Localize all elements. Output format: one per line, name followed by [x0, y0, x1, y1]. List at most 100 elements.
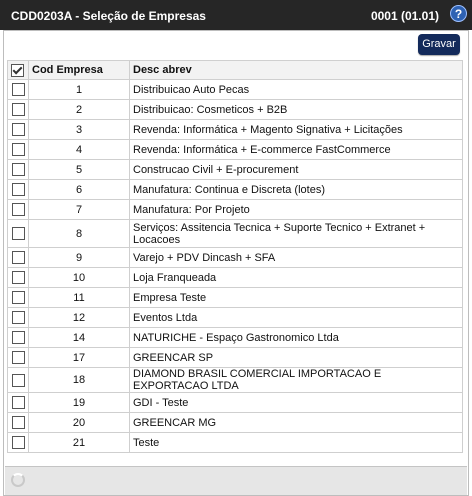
- row-select-cell: [7, 119, 29, 140]
- row-checkbox[interactable]: [11, 351, 25, 364]
- row-select-cell: [7, 307, 29, 328]
- row-checkbox[interactable]: [11, 396, 25, 409]
- row-select-cell: [7, 139, 29, 160]
- company-desc-cell: Teste: [129, 432, 463, 453]
- company-code-cell: 1: [28, 79, 130, 100]
- company-code-cell: 8: [28, 219, 130, 248]
- row-select-cell: [7, 219, 29, 248]
- table-header-row: Cod Empresa Desc abrev: [7, 60, 463, 80]
- save-button[interactable]: Gravar: [418, 34, 460, 55]
- row-select-cell: [7, 247, 29, 268]
- help-icon[interactable]: ?: [450, 5, 467, 22]
- company-code-cell: 12: [28, 307, 130, 328]
- row-checkbox[interactable]: [11, 163, 25, 176]
- row-select-cell: [7, 392, 29, 413]
- company-desc-cell: Manufatura: Continua e Discreta (lotes): [129, 179, 463, 200]
- table-row[interactable]: 3 Revenda: Informática + Magento Signativ…: [7, 119, 463, 140]
- company-desc-cell: Loja Franqueada: [129, 267, 463, 288]
- table-row[interactable]: 12 Eventos Ltda: [7, 307, 463, 328]
- company-code-cell: 14: [28, 327, 130, 348]
- table-row[interactable]: 5 Construcao Civil + E-procurement: [7, 159, 463, 180]
- row-checkbox[interactable]: [11, 373, 25, 387]
- company-desc-cell: GREENCAR SP: [129, 347, 463, 368]
- status-footer: [5, 466, 467, 495]
- table-row[interactable]: 8 Serviços: Assitencia Tecnica + Suporte …: [7, 219, 463, 248]
- companies-table: Cod Empresa Desc abrev 1 Distribuicao Aut…: [7, 60, 463, 453]
- window-title: CDD0203A - Seleção de Empresas: [11, 9, 206, 23]
- company-code-cell: 3: [28, 119, 130, 140]
- row-checkbox[interactable]: [11, 123, 25, 136]
- row-select-cell: [7, 347, 29, 368]
- company-code-cell: 19: [28, 392, 130, 413]
- company-desc-cell: Construcao Civil + E-procurement: [129, 159, 463, 180]
- row-checkbox[interactable]: [11, 183, 25, 196]
- version-label: 0001 (01.01): [370, 9, 439, 23]
- table-row[interactable]: 14 NATURICHE - Espaço Gastronomico Ltda: [7, 327, 463, 348]
- row-select-cell: [7, 79, 29, 100]
- company-desc-cell: Serviços: Assitencia Tecnica + Suporte T…: [129, 219, 463, 248]
- company-code-cell: 17: [28, 347, 130, 368]
- row-checkbox[interactable]: [11, 331, 25, 344]
- row-checkbox[interactable]: [11, 103, 25, 116]
- table-row[interactable]: 11 Empresa Teste: [7, 287, 463, 308]
- table-row[interactable]: 7 Manufatura: Por Projeto: [7, 199, 463, 220]
- company-desc-cell: GDI - Teste: [129, 392, 463, 413]
- row-select-cell: [7, 367, 29, 393]
- company-code-cell: 10: [28, 267, 130, 288]
- title-bar: CDD0203A - Seleção de Empresas 0001 (01.…: [0, 0, 472, 30]
- row-checkbox[interactable]: [11, 311, 25, 324]
- row-select-cell: [7, 432, 29, 453]
- company-code-cell: 7: [28, 199, 130, 220]
- row-select-cell: [7, 179, 29, 200]
- company-code-cell: 2: [28, 99, 130, 120]
- company-code-cell: 21: [28, 432, 130, 453]
- company-desc-cell: Distribuicao: Cosmeticos + B2B: [129, 99, 463, 120]
- table-row[interactable]: 20 GREENCAR MG: [7, 412, 463, 433]
- select-all-checkbox[interactable]: [11, 63, 24, 77]
- table-row[interactable]: 19 GDI - Teste: [7, 392, 463, 413]
- row-checkbox[interactable]: [11, 436, 25, 449]
- table-row[interactable]: 9 Varejo + PDV Dincash + SFA: [7, 247, 463, 268]
- company-desc-cell: Varejo + PDV Dincash + SFA: [129, 247, 463, 268]
- company-code-cell: 5: [28, 159, 130, 180]
- table-row[interactable]: 21 Teste: [7, 432, 463, 453]
- row-checkbox[interactable]: [11, 227, 25, 240]
- company-desc-cell: Revenda: Informática + E-commerce FastCo…: [129, 139, 463, 160]
- company-desc-cell: Empresa Teste: [129, 287, 463, 308]
- row-checkbox[interactable]: [11, 271, 25, 284]
- table-row[interactable]: 2 Distribuicao: Cosmeticos + B2B: [7, 99, 463, 120]
- table-row[interactable]: 1 Distribuicao Auto Pecas: [7, 79, 463, 100]
- table-row[interactable]: 6 Manufatura: Continua e Discreta (lotes): [7, 179, 463, 200]
- row-checkbox[interactable]: [11, 416, 25, 429]
- company-desc-cell: Revenda: Informática + Magento Signativa…: [129, 119, 463, 140]
- company-code-cell: 4: [28, 139, 130, 160]
- table-row[interactable]: 10 Loja Franqueada: [7, 267, 463, 288]
- row-select-cell: [7, 412, 29, 433]
- table-row[interactable]: 18 DIAMOND BRASIL COMERCIAL IMPORTACAO E …: [7, 367, 463, 393]
- select-all-header: [7, 60, 29, 80]
- row-checkbox[interactable]: [11, 203, 25, 216]
- company-desc-cell: NATURICHE - Espaço Gastronomico Ltda: [129, 327, 463, 348]
- table-row[interactable]: 4 Revenda: Informática + E-commerce FastC…: [7, 139, 463, 160]
- table-row[interactable]: 17 GREENCAR SP: [7, 347, 463, 368]
- company-desc-cell: Distribuicao Auto Pecas: [129, 79, 463, 100]
- company-code-cell: 9: [28, 247, 130, 268]
- row-select-cell: [7, 159, 29, 180]
- company-desc-cell: Manufatura: Por Projeto: [129, 199, 463, 220]
- row-checkbox[interactable]: [11, 291, 25, 304]
- company-code-cell: 18: [28, 367, 130, 393]
- row-checkbox[interactable]: [11, 251, 25, 264]
- row-checkbox[interactable]: [11, 83, 25, 96]
- company-code-cell: 20: [28, 412, 130, 433]
- loading-spinner-icon: [11, 473, 25, 487]
- row-checkbox[interactable]: [11, 143, 25, 156]
- company-code-cell: 11: [28, 287, 130, 308]
- row-select-cell: [7, 267, 29, 288]
- company-desc-cell: Eventos Ltda: [129, 307, 463, 328]
- row-select-cell: [7, 287, 29, 308]
- row-select-cell: [7, 99, 29, 120]
- column-header-code[interactable]: Cod Empresa: [28, 60, 130, 80]
- company-code-cell: 6: [28, 179, 130, 200]
- column-header-desc[interactable]: Desc abrev: [129, 60, 463, 80]
- row-select-cell: [7, 199, 29, 220]
